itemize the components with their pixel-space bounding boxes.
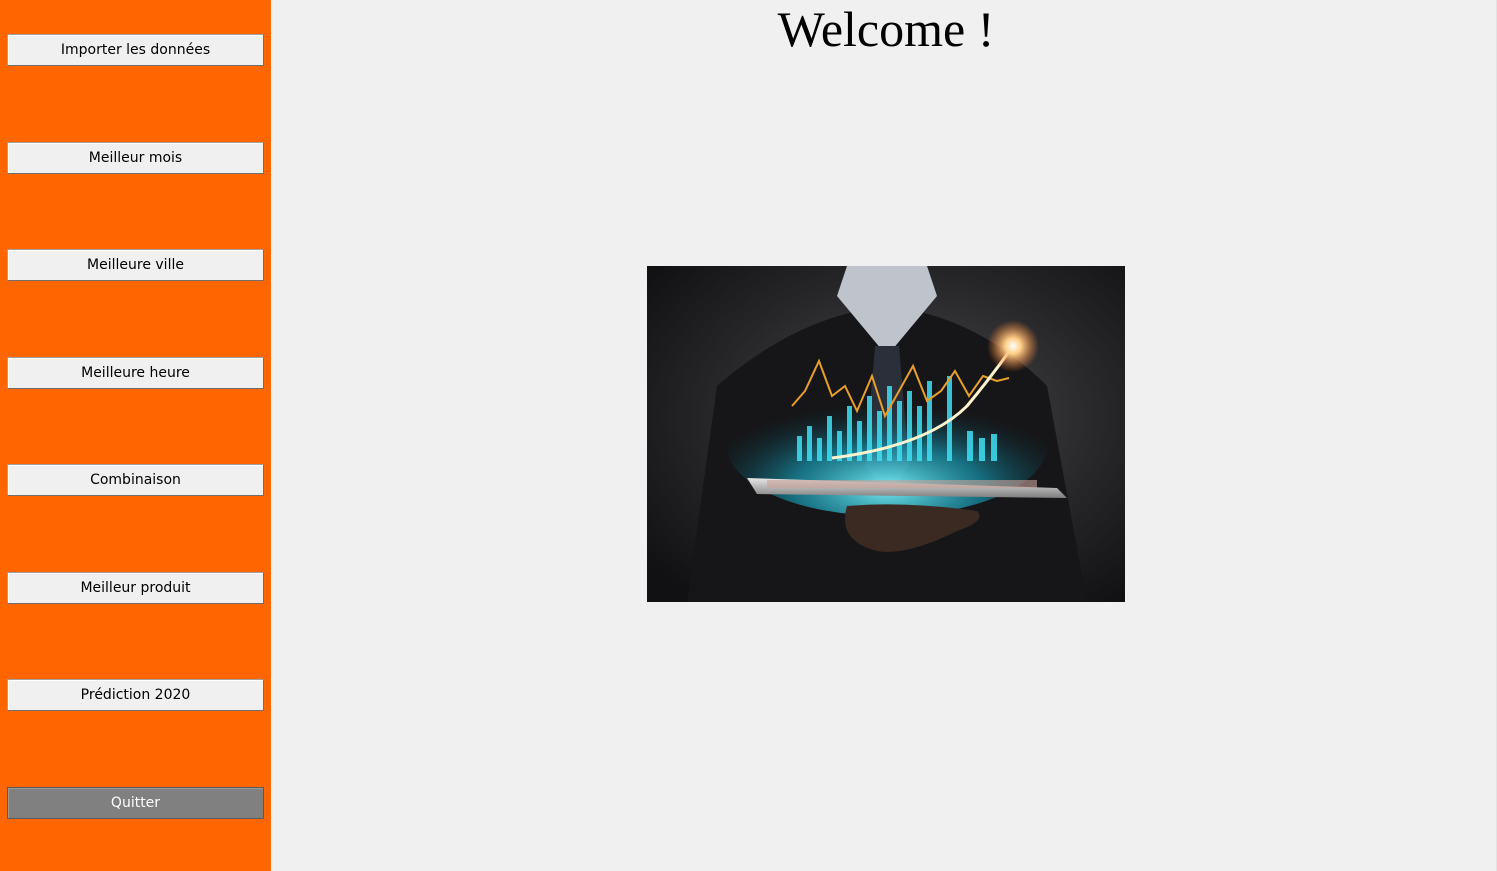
best-product-button[interactable]: Meilleur produit bbox=[7, 572, 264, 604]
page-title: Welcome ! bbox=[777, 1, 995, 57]
combination-button[interactable]: Combinaison bbox=[7, 464, 264, 496]
import-data-button[interactable]: Importer les données bbox=[7, 34, 264, 66]
quit-button[interactable]: Quitter bbox=[7, 787, 264, 819]
main-area: Welcome ! bbox=[271, 0, 1497, 871]
best-city-button[interactable]: Meilleure ville bbox=[7, 249, 264, 281]
prediction-2020-button[interactable]: Prédiction 2020 bbox=[7, 679, 264, 711]
best-hour-button[interactable]: Meilleure heure bbox=[7, 357, 264, 389]
sidebar: Importer les données Meilleur mois Meill… bbox=[0, 0, 271, 871]
business-analytics-illustration-icon bbox=[647, 266, 1125, 602]
hero-image bbox=[647, 266, 1125, 602]
best-month-button[interactable]: Meilleur mois bbox=[7, 142, 264, 174]
